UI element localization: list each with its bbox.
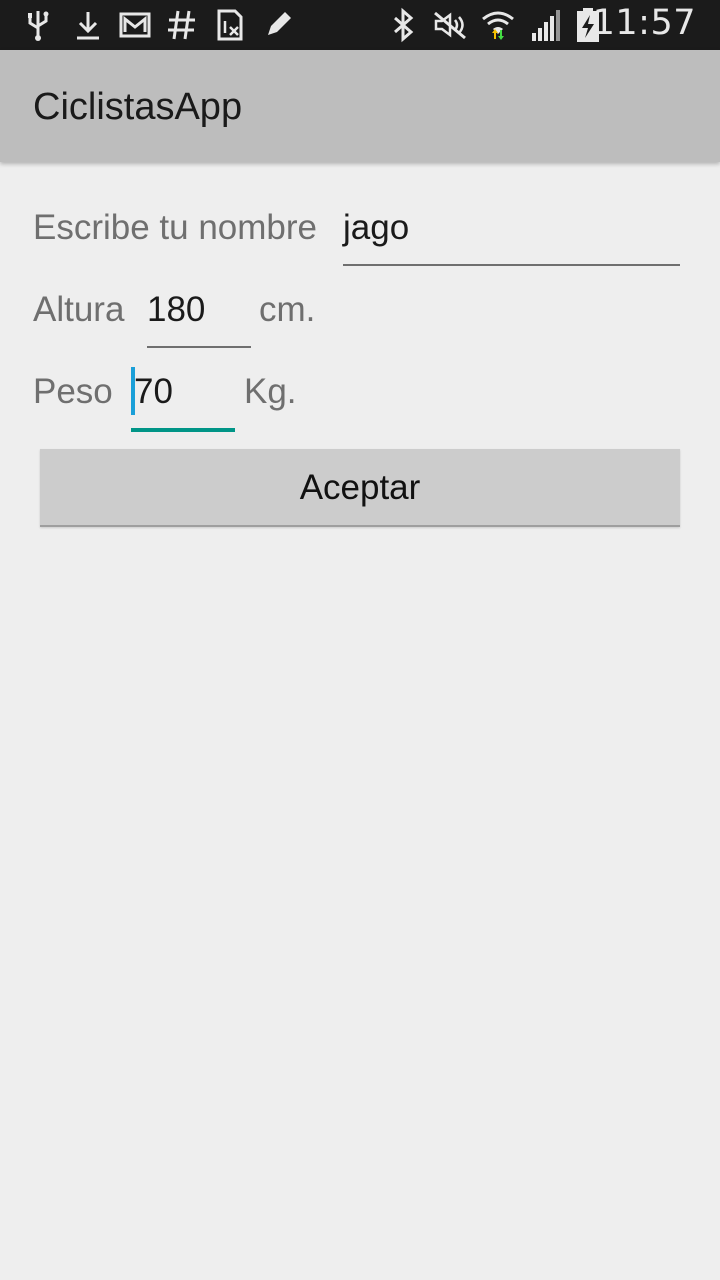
pencil-icon	[260, 7, 296, 43]
name-value: jago	[343, 208, 410, 247]
signal-icon	[528, 7, 564, 43]
bluetooth-icon	[385, 7, 421, 43]
name-label: Escribe tu nombre	[33, 208, 318, 247]
weight-field-underline	[131, 428, 235, 432]
height-unit: cm.	[259, 290, 316, 329]
weight-field[interactable]: 70	[131, 367, 235, 432]
height-label: Altura	[33, 290, 125, 329]
clock-time: 11:57	[592, 3, 696, 43]
text-cursor	[131, 367, 135, 415]
height-value: 180	[147, 290, 206, 329]
weight-label: Peso	[33, 372, 113, 411]
gmail-icon	[117, 7, 153, 43]
status-bar: 11:57	[0, 0, 720, 50]
download-icon	[70, 7, 106, 43]
height-field[interactable]: 180	[147, 290, 251, 348]
weight-unit: Kg.	[244, 372, 297, 411]
accept-button[interactable]: Aceptar	[40, 449, 680, 527]
action-bar: CiclistasApp	[0, 50, 720, 162]
hashtag-icon	[164, 7, 200, 43]
weight-value: 70	[134, 372, 173, 411]
name-field[interactable]: jago	[343, 208, 680, 266]
name-field-underline	[343, 264, 680, 266]
height-field-underline	[147, 346, 251, 348]
mute-icon	[432, 7, 468, 43]
usb-icon	[20, 7, 56, 43]
sim-icon	[212, 7, 248, 43]
wifi-icon	[480, 7, 516, 43]
app-title: CiclistasApp	[33, 86, 243, 128]
